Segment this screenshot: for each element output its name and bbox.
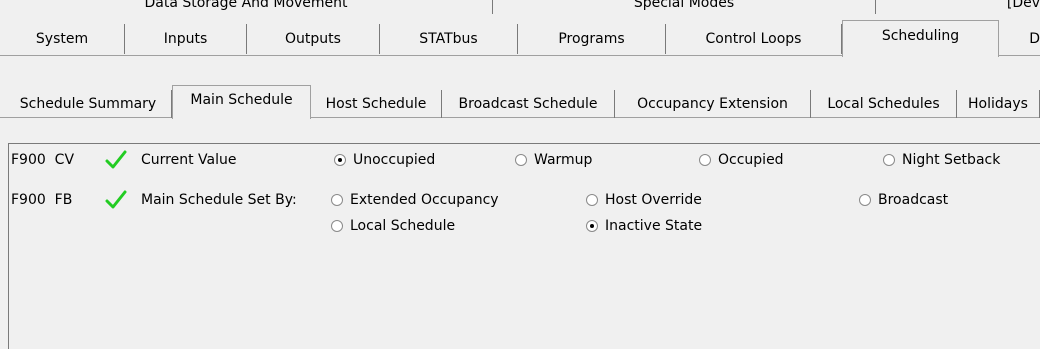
radio-local-schedule[interactable]: Local Schedule xyxy=(331,216,455,236)
radio-occupied-indicator[interactable] xyxy=(699,154,711,166)
tab-statbus[interactable]: STATbus xyxy=(380,24,518,54)
tab-occupancy-extension[interactable]: Occupancy Extension xyxy=(615,90,811,118)
radio-inactive-state-indicator[interactable] xyxy=(586,220,598,232)
tab-schedule-summary[interactable]: Schedule Summary xyxy=(5,90,172,118)
radio-unoccupied-indicator[interactable] xyxy=(334,154,346,166)
check-icon xyxy=(105,150,127,169)
radio-local-schedule-label: Local Schedule xyxy=(350,218,456,234)
tab-special-modes[interactable]: Special Modes xyxy=(493,0,876,14)
main-schedule-panel: F900 CV Current Value Unoccupied Warmup … xyxy=(8,143,1040,349)
radio-broadcast[interactable]: Broadcast xyxy=(859,190,948,210)
tab-holidays[interactable]: Holidays xyxy=(957,90,1040,118)
radio-unoccupied[interactable]: Unoccupied xyxy=(334,150,435,170)
radio-extended-occupancy-label: Extended Occupancy xyxy=(350,192,499,208)
schedule-sub-tab-row: Schedule Summary Main Schedule Host Sche… xyxy=(0,84,1040,119)
tab-broadcast-schedule[interactable]: Broadcast Schedule xyxy=(442,90,615,118)
tab-outputs[interactable]: Outputs xyxy=(247,24,380,54)
tab-control-loops[interactable]: Control Loops xyxy=(666,24,842,54)
radio-local-schedule-indicator[interactable] xyxy=(331,220,343,232)
upper-tab-row: Data Storage And Movement Special Modes … xyxy=(0,0,1040,15)
row-id-cv: F900 CV xyxy=(11,152,75,168)
tab-local-schedules[interactable]: Local Schedules xyxy=(811,90,957,118)
radio-host-override-indicator[interactable] xyxy=(586,194,598,206)
radio-warmup-label: Warmup xyxy=(534,152,593,168)
radio-night-setback-label: Night Setback xyxy=(902,152,1001,168)
tab-d[interactable]: D xyxy=(999,24,1040,54)
radio-extended-occupancy-indicator[interactable] xyxy=(331,194,343,206)
row-id-fb: F900 FB xyxy=(11,192,73,208)
radio-inactive-state-label: Inactive State xyxy=(605,218,703,234)
tab-host-schedule[interactable]: Host Schedule xyxy=(311,90,442,118)
current-value-label: Current Value xyxy=(141,152,237,168)
tab-programs[interactable]: Programs xyxy=(518,24,666,54)
tab-system[interactable]: System xyxy=(0,24,125,54)
tab-main-schedule[interactable]: Main Schedule xyxy=(172,85,311,119)
tab-dev[interactable]: [Dev xyxy=(876,0,1040,14)
radio-night-setback[interactable]: Night Setback xyxy=(883,150,1000,170)
radio-host-override[interactable]: Host Override xyxy=(586,190,702,210)
tab-scheduling[interactable]: Scheduling xyxy=(842,20,999,57)
radio-occupied-label: Occupied xyxy=(718,152,784,168)
radio-warmup-indicator[interactable] xyxy=(515,154,527,166)
radio-host-override-label: Host Override xyxy=(605,192,702,208)
radio-broadcast-label: Broadcast xyxy=(878,192,949,208)
main-tab-row: System Inputs Outputs STATbus Programs C… xyxy=(0,20,1040,57)
radio-unoccupied-label: Unoccupied xyxy=(353,152,436,168)
check-icon xyxy=(105,190,127,209)
tab-inputs[interactable]: Inputs xyxy=(125,24,247,54)
radio-extended-occupancy[interactable]: Extended Occupancy xyxy=(331,190,499,210)
radio-occupied[interactable]: Occupied xyxy=(699,150,784,170)
radio-warmup[interactable]: Warmup xyxy=(515,150,592,170)
radio-night-setback-indicator[interactable] xyxy=(883,154,895,166)
set-by-label: Main Schedule Set By: xyxy=(141,192,297,208)
radio-broadcast-indicator[interactable] xyxy=(859,194,871,206)
radio-inactive-state[interactable]: Inactive State xyxy=(586,216,702,236)
tab-data-storage[interactable]: Data Storage And Movement xyxy=(0,0,493,14)
